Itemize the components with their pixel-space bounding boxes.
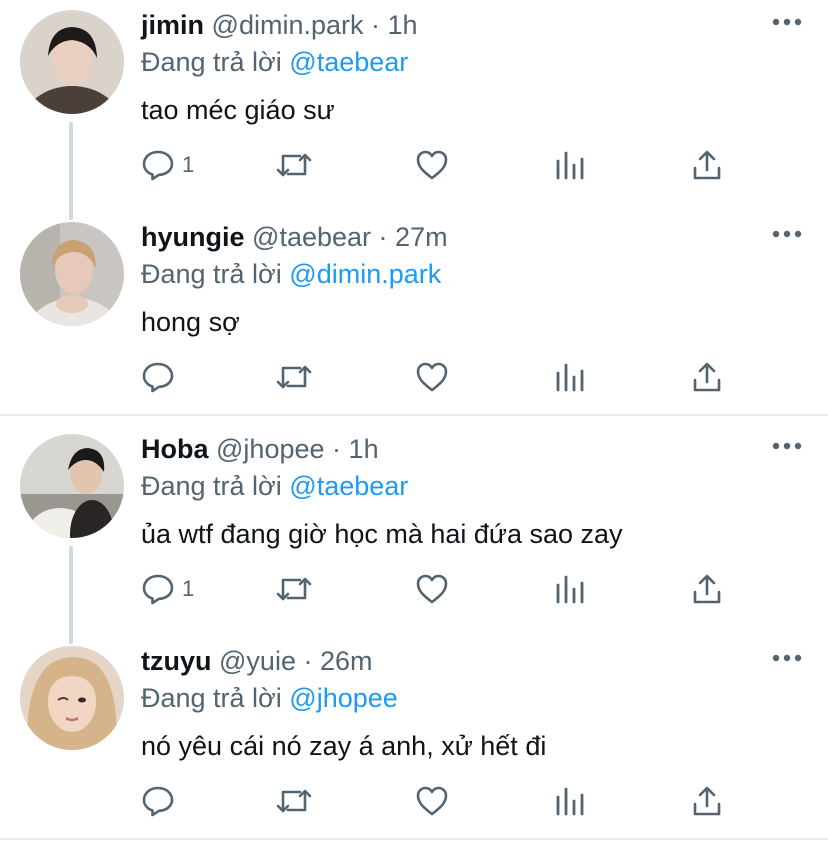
like-button[interactable] xyxy=(414,145,450,185)
retweet-button[interactable] xyxy=(274,781,314,821)
tweet-text: nó yêu cái nó zay á anh, xử hết đi xyxy=(141,731,547,761)
avatar[interactable] xyxy=(20,646,124,750)
thread-divider xyxy=(0,414,828,416)
reply-mention-link[interactable]: @dimin.park xyxy=(289,259,441,289)
retweet-button[interactable] xyxy=(274,569,314,609)
like-button[interactable] xyxy=(414,569,450,609)
action-bar xyxy=(140,357,740,397)
reply-mention-link[interactable]: @taebear xyxy=(289,471,408,501)
tweet-text: tao méc giáo sư xyxy=(141,95,335,125)
timestamp[interactable]: 27m xyxy=(395,222,448,252)
analytics-button[interactable] xyxy=(554,781,586,821)
more-icon[interactable] xyxy=(770,436,804,456)
tweet[interactable]: tzuyu @yuie · 26m Đang trả lời @jhopee n… xyxy=(0,636,828,846)
analytics-icon xyxy=(554,783,586,819)
display-name[interactable]: tzuyu xyxy=(141,646,212,676)
tweet[interactable]: Hoba @jhopee · 1h Đang trả lời @taebear … xyxy=(0,424,828,644)
tweet[interactable]: jimin @dimin.park · 1h Đang trả lời @tae… xyxy=(0,0,828,220)
retweet-button[interactable] xyxy=(274,357,314,397)
share-icon xyxy=(690,359,724,395)
like-button[interactable] xyxy=(414,781,450,821)
reply-count: 1 xyxy=(182,576,195,601)
tweet-header: jimin @dimin.park · 1h xyxy=(141,10,418,44)
replying-to: Đang trả lời @jhopee xyxy=(141,683,398,714)
analytics-icon xyxy=(554,571,586,607)
more-icon[interactable] xyxy=(770,648,804,668)
reply-mention-link[interactable]: @jhopee xyxy=(289,683,398,713)
retweet-icon xyxy=(274,359,314,395)
action-bar: 1 xyxy=(140,569,740,609)
tweet-header: Hoba @jhopee · 1h xyxy=(141,434,379,468)
avatar[interactable] xyxy=(20,10,124,114)
tweet[interactable]: hyungie @taebear · 27m Đang trả lời @dim… xyxy=(0,212,828,422)
replying-label: Đang trả lời xyxy=(141,47,282,77)
replying-label: Đang trả lời xyxy=(141,471,282,501)
user-handle[interactable]: @yuie xyxy=(219,646,296,676)
analytics-icon xyxy=(554,147,586,183)
reply-mention-link[interactable]: @taebear xyxy=(289,47,408,77)
share-button[interactable] xyxy=(690,145,724,185)
more-icon[interactable] xyxy=(770,12,804,32)
user-handle[interactable]: @jhopee xyxy=(216,434,325,464)
display-name[interactable]: Hoba xyxy=(141,434,209,464)
separator-dot: · xyxy=(303,646,313,676)
reply-button[interactable] xyxy=(140,781,182,821)
analytics-icon xyxy=(554,359,586,395)
reply-button[interactable] xyxy=(140,357,182,397)
reply-icon xyxy=(140,783,176,819)
replying-to: Đang trả lời @taebear xyxy=(141,47,408,78)
replying-label: Đang trả lời xyxy=(141,683,282,713)
separator-dot: · xyxy=(371,10,381,40)
retweet-icon xyxy=(274,147,314,183)
tweet-text: ủa wtf đang giờ học mà hai đứa sao zay xyxy=(141,519,623,549)
tweet-header: hyungie @taebear · 27m xyxy=(141,222,448,256)
reply-icon xyxy=(140,571,176,607)
timestamp[interactable]: 26m xyxy=(320,646,373,676)
action-bar xyxy=(140,781,740,821)
separator-dot: · xyxy=(332,434,342,464)
reply-button[interactable]: 1 xyxy=(140,569,194,609)
replying-to: Đang trả lời @taebear xyxy=(141,471,408,502)
retweet-icon xyxy=(274,571,314,607)
analytics-button[interactable] xyxy=(554,357,586,397)
separator-dot: · xyxy=(378,222,388,252)
more-icon[interactable] xyxy=(770,224,804,244)
like-icon xyxy=(414,571,450,607)
action-bar: 1 xyxy=(140,145,740,185)
reply-icon xyxy=(140,359,176,395)
like-button[interactable] xyxy=(414,357,450,397)
reply-count: 1 xyxy=(182,152,195,177)
avatar[interactable] xyxy=(20,434,124,538)
thread-line xyxy=(69,546,73,644)
like-icon xyxy=(414,147,450,183)
analytics-button[interactable] xyxy=(554,145,586,185)
thread-divider xyxy=(0,838,828,840)
reply-icon xyxy=(140,147,176,183)
retweet-icon xyxy=(274,783,314,819)
tweet-text: hong sợ xyxy=(141,307,240,337)
like-icon xyxy=(414,783,450,819)
replying-to: Đang trả lời @dimin.park xyxy=(141,259,441,290)
share-icon xyxy=(690,147,724,183)
display-name[interactable]: jimin xyxy=(141,10,204,40)
share-icon xyxy=(690,571,724,607)
replying-label: Đang trả lời xyxy=(141,259,282,289)
display-name[interactable]: hyungie xyxy=(141,222,245,252)
analytics-button[interactable] xyxy=(554,569,586,609)
retweet-button[interactable] xyxy=(274,145,314,185)
share-button[interactable] xyxy=(690,357,724,397)
thread-line xyxy=(69,122,73,220)
reply-button[interactable]: 1 xyxy=(140,145,194,185)
share-button[interactable] xyxy=(690,781,724,821)
timestamp[interactable]: 1h xyxy=(388,10,418,40)
like-icon xyxy=(414,359,450,395)
share-icon xyxy=(690,783,724,819)
user-handle[interactable]: @dimin.park xyxy=(212,10,364,40)
user-handle[interactable]: @taebear xyxy=(252,222,371,252)
share-button[interactable] xyxy=(690,569,724,609)
avatar[interactable] xyxy=(20,222,124,326)
timestamp[interactable]: 1h xyxy=(349,434,379,464)
tweet-header: tzuyu @yuie · 26m xyxy=(141,646,373,680)
